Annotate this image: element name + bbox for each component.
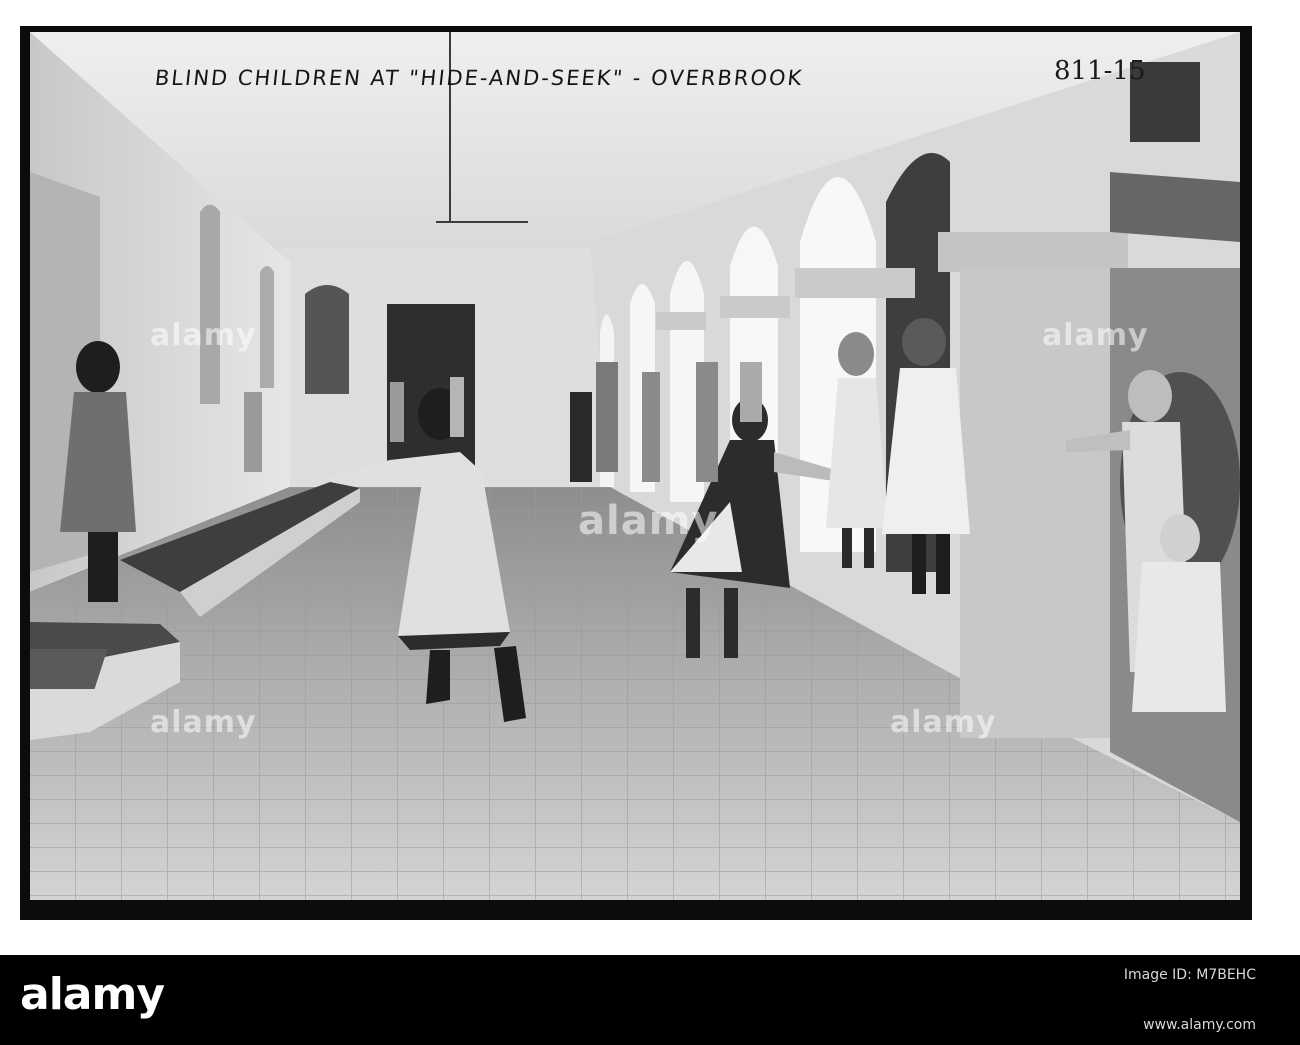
watermark-text: alamy bbox=[578, 498, 719, 544]
watermark-text: alamy bbox=[1042, 318, 1149, 353]
site-url[interactable]: www.alamy.com bbox=[1143, 1017, 1256, 1033]
back-window bbox=[305, 285, 349, 394]
footer-bar: alamy Image ID: M7BEHC www.alamy.com bbox=[0, 955, 1300, 1045]
brand-logo: alamy bbox=[20, 969, 165, 1020]
photograph bbox=[30, 32, 1240, 900]
photo-caption: BLIND CHILDREN AT "HIDE-AND-SEEK" - OVER… bbox=[153, 66, 805, 90]
watermark-text: alamy bbox=[150, 318, 257, 353]
watermark-text: alamy bbox=[890, 705, 997, 740]
plate-number: 811-15 bbox=[1054, 56, 1146, 86]
watermark-text: alamy bbox=[150, 705, 257, 740]
image-id-label: Image ID: M7BEHC bbox=[1123, 967, 1256, 983]
